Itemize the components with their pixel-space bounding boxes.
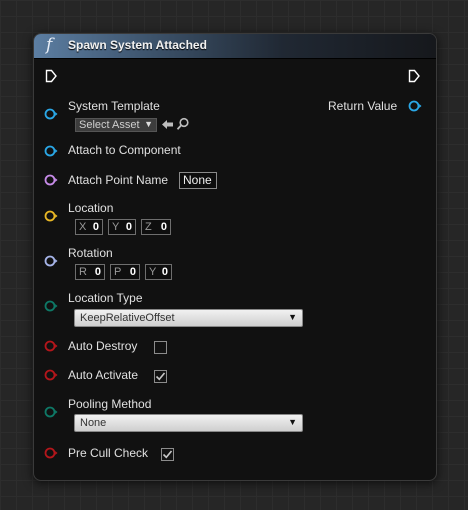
rotation-roll-value: 0 [94,266,101,278]
attach-to-component-pin[interactable] [44,144,58,158]
spawn-system-attached-node[interactable]: f Spawn System Attached System Template … [33,33,437,481]
location-type-label: Location Type [68,291,143,305]
attach-point-name-pin[interactable] [44,173,58,187]
pre-cull-check-label: Pre Cull Check [68,446,149,460]
function-icon: f [46,35,53,55]
x-axis-label: X [79,221,87,233]
location-type-pin[interactable] [44,299,58,313]
attach-to-component-label: Attach to Component [68,143,181,157]
rotation-roll-field[interactable]: R 0 [75,264,105,280]
exec-out-pin[interactable] [408,69,420,83]
location-pin[interactable] [44,209,58,223]
location-x-field[interactable]: X 0 [75,219,103,235]
use-selected-asset-icon[interactable] [161,118,174,131]
return-value-pin[interactable] [408,99,422,113]
rotation-yaw-value: 0 [161,266,168,278]
browse-asset-magnifier-icon[interactable] [176,117,190,131]
z-axis-label: Z [145,221,152,233]
y-axis-label: Y [112,221,120,233]
rotation-label: Rotation [68,246,113,260]
node-header[interactable]: f Spawn System Attached [34,34,436,59]
checkmark-icon [162,450,173,459]
location-z-field[interactable]: Z 0 [141,219,171,235]
pooling-method-dropdown[interactable]: None ▼ [74,414,303,432]
attach-point-name-input[interactable]: None [179,172,217,189]
auto-activate-label: Auto Activate [68,368,139,382]
pre-cull-check-checkbox[interactable] [161,448,174,461]
select-asset-text: Select Asset [79,119,140,131]
select-asset-dropdown[interactable]: Select Asset ▼ [75,118,157,132]
node-title: Spawn System Attached [68,38,207,52]
auto-destroy-label: Auto Destroy [68,339,138,353]
chevron-down-icon: ▼ [288,417,297,427]
location-type-dropdown[interactable]: KeepRelativeOffset ▼ [74,309,303,327]
location-z-value: 0 [160,221,167,233]
rotation-pin[interactable] [44,254,58,268]
rotation-pitch-field[interactable]: P 0 [110,264,140,280]
rotation-yaw-field[interactable]: Y 0 [145,264,172,280]
auto-activate-pin[interactable] [44,368,58,382]
checkmark-icon [155,372,166,381]
pitch-axis-label: P [114,266,122,278]
roll-axis-label: R [79,266,87,278]
rotation-pitch-value: 0 [129,266,136,278]
location-y-field[interactable]: Y 0 [108,219,136,235]
chevron-down-icon: ▼ [144,119,153,129]
pooling-method-label: Pooling Method [68,397,152,411]
system-template-pin[interactable] [44,107,58,121]
exec-in-pin[interactable] [45,69,57,83]
pooling-method-pin[interactable] [44,405,58,419]
auto-activate-checkbox[interactable] [154,370,167,383]
pooling-method-value: None [80,417,107,429]
system-template-label: System Template [68,99,160,113]
location-y-value: 0 [125,221,132,233]
location-x-value: 0 [92,221,99,233]
location-type-value: KeepRelativeOffset [80,312,175,324]
location-label: Location [68,201,114,215]
yaw-axis-label: Y [149,266,157,278]
return-value-label: Return Value [328,99,398,113]
chevron-down-icon: ▼ [288,312,297,322]
auto-destroy-pin[interactable] [44,339,58,353]
auto-destroy-checkbox[interactable] [154,341,167,354]
pre-cull-check-pin[interactable] [44,446,58,460]
attach-point-name-label: Attach Point Name [68,173,169,187]
